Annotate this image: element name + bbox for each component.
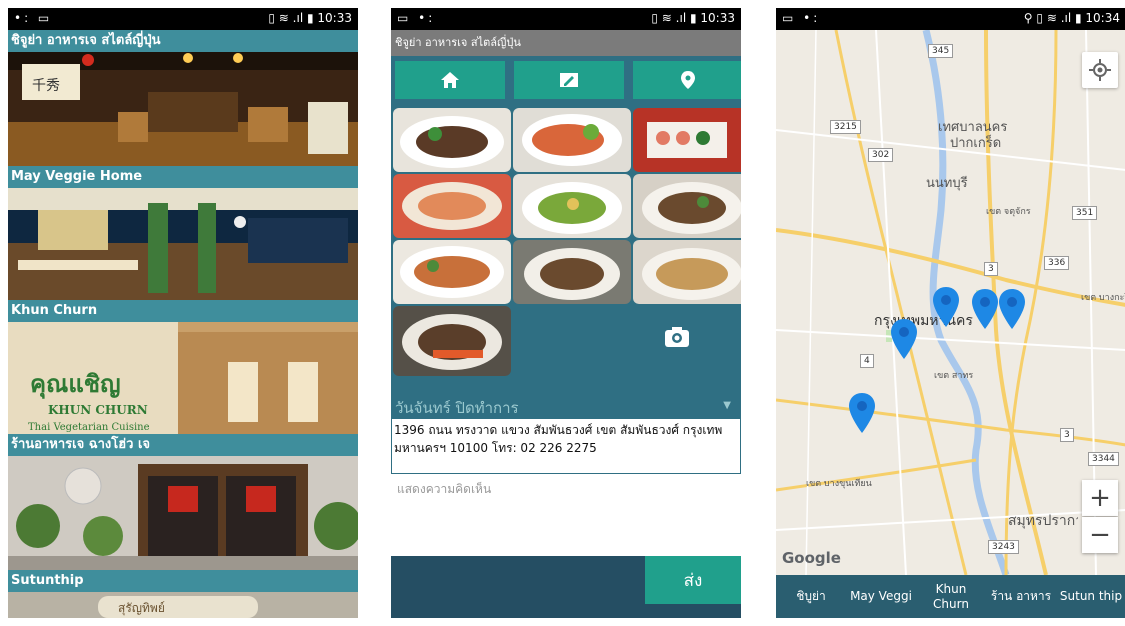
list-item[interactable]: Khun Churn คุณแชิญ KHUN CHURN Thai Veget… [8, 300, 358, 434]
map-label: นนทบุรี [926, 176, 968, 191]
clock: 10:34 [1085, 11, 1120, 25]
map-label: ปากเกร็ด [950, 136, 1002, 151]
zoom-out-button[interactable]: − [1082, 517, 1118, 553]
food-photo[interactable] [513, 174, 631, 238]
map-pin-icon[interactable] [932, 286, 960, 328]
svg-text:千秀: 千秀 [32, 78, 60, 94]
tab-sutunthip[interactable]: Sutun thip [1056, 575, 1125, 618]
status-bar: ▭ •: ⚲ ▯ ≋ .ıl ▮ 10:34 [776, 8, 1125, 30]
clock: 10:33 [317, 11, 352, 25]
map-label: เขต บางกะปิ [1081, 293, 1125, 303]
food-photo[interactable] [393, 174, 511, 238]
camera-button[interactable] [661, 321, 693, 353]
road-shield: 3344 [1088, 452, 1119, 466]
map-pin-icon[interactable] [971, 288, 999, 330]
restaurant-photo: สุรัญทิพย์ [8, 592, 358, 618]
tab-ran-ahan[interactable]: ร้าน อาหาร [986, 575, 1056, 618]
signal-icons: ▯ ≋ .ıl ▮ [651, 11, 701, 25]
bottom-bar: ส่ง [391, 556, 741, 618]
map-label: เขต จตุจักร [986, 207, 1031, 217]
comment-placeholder: แสดงความคิดเห็น [397, 482, 492, 496]
tab-chibuya[interactable]: ชิบูย่า [776, 575, 846, 618]
restaurant-list-screen: •: ▭ ▯ ≋ .ıl ▮ 10:33 ชิจูย่า อาหารเจ สไต… [8, 8, 358, 618]
restaurant-title: Sutunthip [8, 570, 358, 592]
svg-text:KHUN CHURN: KHUN CHURN [48, 403, 148, 417]
restaurant-photo [8, 456, 358, 570]
road-shield: 345 [928, 44, 954, 58]
road-shield: 302 [868, 148, 894, 162]
road-shield: 3243 [988, 540, 1019, 554]
my-location-button[interactable] [1082, 52, 1118, 88]
list-item[interactable]: Sutunthip สุรัญทิพย์ [8, 570, 358, 618]
road-shield: 3 [1060, 428, 1074, 442]
notification-icons: ▭ •: [397, 11, 436, 25]
map-label: เขต บางขุนเทียน [806, 479, 872, 489]
page-title: ชิจูย่า อาหารเจ สไตล์ญี่ปุ่น [391, 30, 741, 56]
food-photo[interactable] [393, 306, 511, 376]
food-photo[interactable] [513, 240, 631, 304]
map-pin-icon[interactable] [848, 392, 876, 434]
road-shield: 336 [1044, 256, 1070, 270]
svg-text:คุณแชิญ: คุณแชิญ [30, 369, 121, 400]
road-shield: 3 [984, 262, 998, 276]
map-pin-icon[interactable] [998, 288, 1026, 330]
map-view[interactable]: เทศบาลนคร ปากเกร็ด นนทบุรี เขต จตุจักร ก… [776, 30, 1125, 575]
food-photo[interactable] [393, 240, 511, 304]
restaurant-detail-screen: ▭ •: ▯ ≋ .ıl ▮ 10:33 ชิจูย่า อาหารเจ สไต… [391, 8, 741, 618]
detail-body: วันจันทร์ ปิดทำการ ▼ 1396 ถนน ทรงวาด แขว… [391, 56, 741, 556]
zoom-in-button[interactable]: + [1082, 480, 1118, 516]
restaurant-list: ชิจูย่า อาหารเจ สไตล์ญี่ปุ่น 千秀 May Vegg… [8, 30, 358, 618]
clock: 10:33 [700, 11, 735, 25]
dropdown-caret-icon[interactable]: ▼ [723, 400, 731, 411]
road-shield: 351 [1072, 206, 1098, 220]
signal-icons: ⚲ ▯ ≋ .ıl ▮ [1023, 11, 1086, 25]
list-item[interactable]: May Veggie Home [8, 166, 358, 300]
list-item[interactable]: ชิจูย่า อาหารเจ สไตล์ญี่ปุ่น 千秀 [8, 30, 358, 166]
map-label: สมุทรปราการ [1008, 513, 1078, 529]
road-shield: 3215 [830, 120, 861, 134]
crosshair-icon [1089, 59, 1111, 81]
address-text: 1396 ถนน ทรงวาด แขวง สัมพันธวงศ์ เขต สัม… [391, 418, 741, 474]
google-logo: Google [782, 549, 841, 567]
map-pin-icon[interactable] [890, 318, 918, 360]
food-photo[interactable] [393, 108, 511, 172]
food-photo[interactable] [633, 240, 741, 304]
map-label: เขต สาทร [934, 371, 974, 381]
svg-text:Thai Vegetarian Cuisine: Thai Vegetarian Cuisine [28, 422, 150, 433]
restaurant-tabs: ชิบูย่า May Veggi Khun Churn ร้าน อาหาร … [776, 575, 1125, 618]
signal-icons: ▯ ≋ .ıl ▮ [268, 11, 318, 25]
location-button[interactable] [633, 61, 741, 99]
status-bar: •: ▭ ▯ ≋ .ıl ▮ 10:33 [8, 8, 358, 30]
restaurant-photo [8, 188, 358, 300]
home-button[interactable] [395, 61, 505, 99]
edit-button[interactable] [514, 61, 624, 99]
restaurant-photo: คุณแชิญ KHUN CHURN Thai Vegetarian Cuisi… [8, 322, 358, 434]
food-photo[interactable] [633, 108, 741, 172]
list-item[interactable]: ร้านอาหารเจ ฉางโฮ่ว เจ [8, 434, 358, 570]
food-photo[interactable] [513, 108, 631, 172]
restaurant-title: ร้านอาหารเจ ฉางโฮ่ว เจ [8, 434, 358, 456]
home-icon [441, 72, 459, 88]
camera-icon [665, 327, 689, 347]
send-button[interactable]: ส่ง [645, 556, 741, 604]
svg-text:สุรัญทิพย์: สุรัญทิพย์ [118, 601, 165, 616]
restaurant-title: ชิจูย่า อาหารเจ สไตล์ญี่ปุ่น [8, 30, 358, 52]
restaurant-photo: 千秀 [8, 52, 358, 166]
status-bar: ▭ •: ▯ ≋ .ıl ▮ 10:33 [391, 8, 741, 30]
map-screen: ▭ •: ⚲ ▯ ≋ .ıl ▮ 10:34 เทศบาลนคร ปากเกร็… [776, 8, 1125, 618]
restaurant-title: May Veggie Home [8, 166, 358, 188]
opening-hours[interactable]: วันจันทร์ ปิดทำการ [395, 396, 519, 420]
comment-input[interactable]: แสดงความคิดเห็น [391, 474, 741, 556]
tab-khun-churn[interactable]: Khun Churn [916, 575, 986, 618]
food-photo[interactable] [633, 174, 741, 238]
location-icon [681, 71, 695, 89]
restaurant-title: Khun Churn [8, 300, 358, 322]
tab-may-veggie[interactable]: May Veggi [846, 575, 916, 618]
notification-icons: •: ▭ [14, 11, 53, 25]
edit-icon [560, 73, 578, 87]
notification-icons: ▭ •: [782, 11, 821, 25]
road-shield: 4 [860, 354, 874, 368]
